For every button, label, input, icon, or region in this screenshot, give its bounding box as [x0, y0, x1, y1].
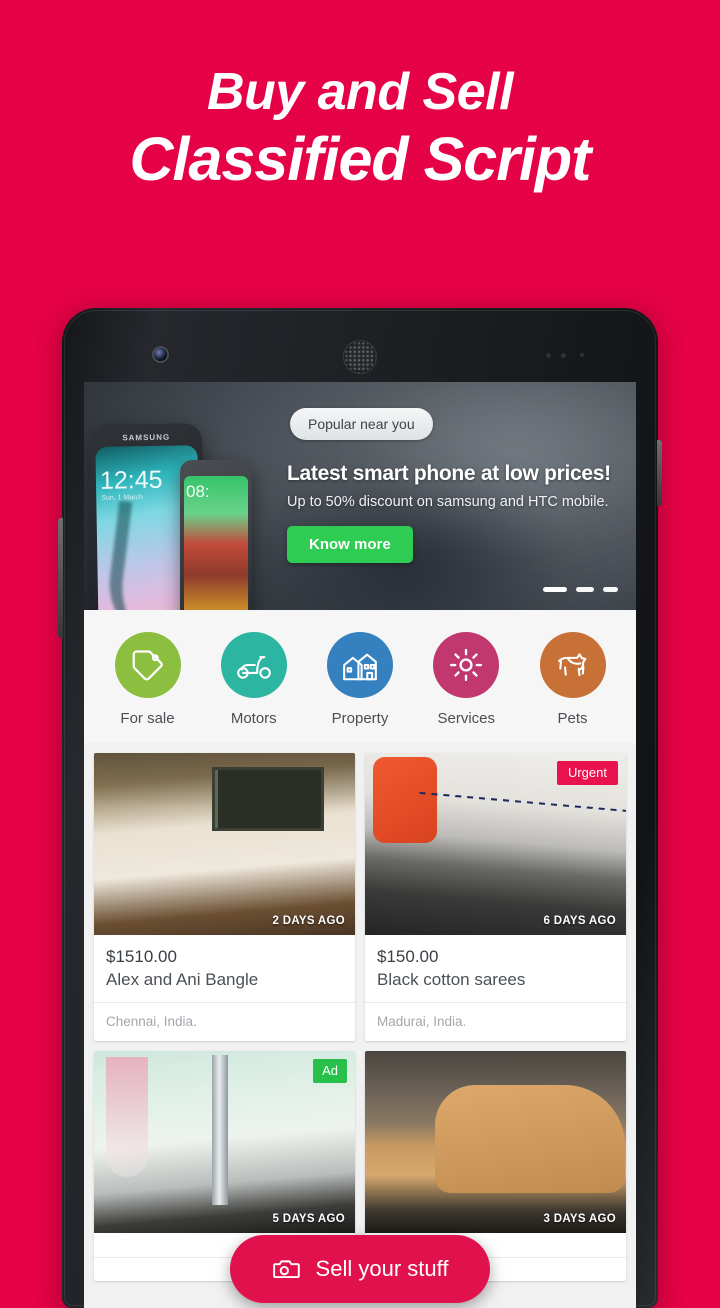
ad-badge: Ad — [313, 1059, 347, 1084]
category-pets[interactable]: Pets — [521, 632, 624, 727]
popular-near-you-pill[interactable]: Popular near you — [290, 408, 433, 440]
know-more-button[interactable]: Know more — [287, 526, 413, 563]
property-circle — [327, 632, 393, 698]
front-camera-icon — [154, 348, 167, 361]
services-circle — [433, 632, 500, 698]
carousel-dot-2[interactable] — [576, 587, 594, 592]
listing-body: $1510.00 Alex and Ani Bangle — [94, 935, 355, 990]
camera-icon — [272, 1260, 300, 1278]
motors-circle — [220, 632, 287, 698]
proximity-sensor-icon — [546, 353, 588, 359]
sell-your-stuff-button[interactable]: Sell your stuff — [230, 1235, 490, 1303]
for-sale-circle — [114, 632, 181, 698]
listing-price: $150.00 — [377, 947, 439, 966]
htc-phone-artwork: 08: — [180, 460, 252, 610]
promo-headline: Buy and Sell Classified Script — [0, 64, 720, 198]
carousel-dot-1[interactable] — [543, 587, 567, 592]
listing-time-ago: 3 DAYS AGO — [543, 1213, 616, 1225]
carousel-dot-3[interactable] — [603, 587, 618, 592]
listing-image[interactable]: 2 DAYS AGO — [94, 753, 355, 935]
suede-boots-photo — [365, 1051, 626, 1233]
listing-image[interactable]: Urgent 6 DAYS AGO — [365, 753, 626, 935]
listing-grid: 2 DAYS AGO $1510.00 Alex and Ani Bangle … — [84, 743, 636, 1281]
house-icon — [343, 653, 377, 681]
earpiece-speaker-icon — [344, 341, 376, 373]
phone-screen: SAMSUNG 12:45 Sun, 1 March 08: Popular n… — [84, 382, 636, 1308]
gear-icon — [450, 648, 483, 682]
listing-time-ago: 6 DAYS AGO — [543, 915, 616, 927]
listing-title: Alex and Ani Bangle — [106, 970, 259, 989]
samsung-brand-label: SAMSUNG — [122, 432, 171, 443]
promo-line-2: Classified Script — [129, 125, 592, 194]
dog-icon — [557, 653, 586, 677]
category-label: Motors — [230, 710, 277, 727]
power-button[interactable] — [657, 440, 662, 506]
htc-clock: 08: — [186, 482, 210, 501]
pets-circle — [539, 632, 606, 698]
listing-image[interactable]: Ad 5 DAYS AGO — [94, 1051, 355, 1233]
urgent-badge: Urgent — [556, 761, 618, 786]
category-label: Property — [331, 710, 389, 727]
phone-device-mockup: SAMSUNG 12:45 Sun, 1 March 08: Popular n… — [58, 308, 662, 1308]
hero-title: Latest smart phone at low prices! — [287, 462, 611, 485]
listing-title: Black cotton sarees — [377, 970, 526, 989]
listing-time-ago: 5 DAYS AGO — [272, 1213, 345, 1225]
listing-card[interactable]: 2 DAYS AGO $1510.00 Alex and Ani Bangle … — [94, 753, 355, 1041]
carousel-indicator[interactable] — [543, 587, 618, 592]
fab-label: Sell your stuff — [315, 1256, 449, 1281]
hero-banner[interactable]: SAMSUNG 12:45 Sun, 1 March 08: Popular n… — [84, 382, 636, 610]
samsung-clock: 12:45 — [99, 465, 163, 495]
samsung-date: Sun, 1 March — [101, 494, 143, 502]
category-row: For sale Motors Property Services Pets — [84, 610, 636, 743]
listing-time-ago: 2 DAYS AGO — [272, 915, 345, 927]
volume-button[interactable] — [58, 518, 63, 638]
listing-image[interactable]: 3 DAYS AGO — [365, 1051, 626, 1233]
category-label: Pets — [557, 710, 588, 727]
listing-card[interactable]: Urgent 6 DAYS AGO $150.00 Black cotton s… — [365, 753, 626, 1041]
category-label: Services — [437, 710, 496, 727]
listing-location: Madurai, India. — [365, 1002, 626, 1041]
listing-price: $1510.00 — [106, 947, 177, 966]
category-services[interactable]: Services — [415, 632, 518, 727]
price-tag-icon — [132, 650, 163, 681]
scooter-icon — [236, 656, 271, 679]
listing-body: $150.00 Black cotton sarees — [365, 935, 626, 990]
category-for-sale[interactable]: For sale — [96, 632, 199, 727]
listing-location: Chennai, India. — [94, 1002, 355, 1041]
category-property[interactable]: Property — [309, 632, 412, 727]
category-motors[interactable]: Motors — [202, 632, 305, 727]
category-label: For sale — [120, 710, 175, 727]
hero-subtitle: Up to 50% discount on samsung and HTC mo… — [287, 494, 609, 510]
promo-line-1: Buy and Sell — [206, 63, 514, 121]
bedroom-furniture-photo — [94, 753, 355, 935]
